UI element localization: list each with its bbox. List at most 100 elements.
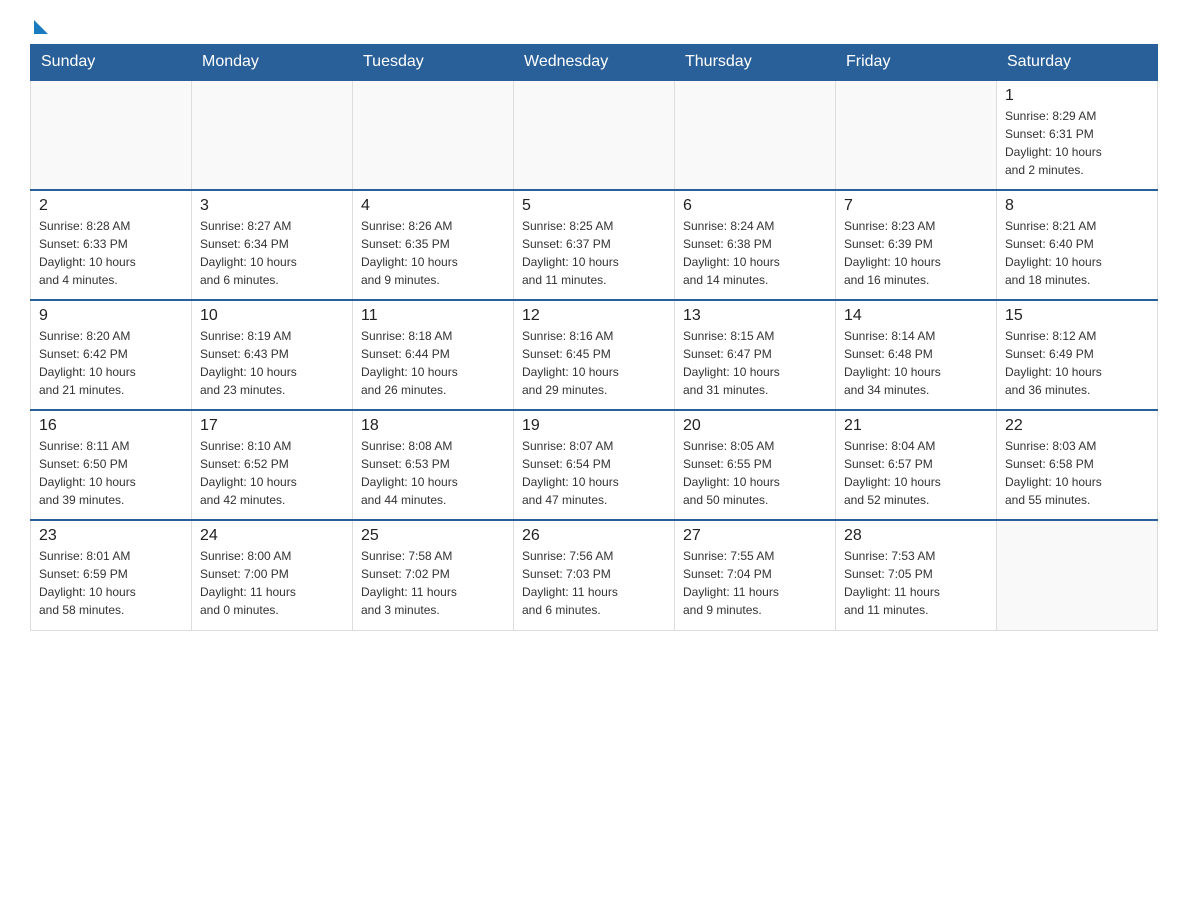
calendar-cell: 26Sunrise: 7:56 AM Sunset: 7:03 PM Dayli… [514, 520, 675, 630]
day-number: 25 [361, 527, 505, 545]
day-number: 15 [1005, 307, 1149, 325]
calendar-cell: 13 Sunrise: 8:15 AM Sunset: 6:47 PM Dayli… [675, 300, 836, 410]
calendar-cell: 22 Sunrise: 8:03 AM Sunset: 6:58 PM Dayli… [997, 410, 1158, 520]
day-number: 24 [200, 527, 344, 545]
calendar-cell: 2Sunrise: 8:28 AM Sunset: 6:33 PM Daylig… [31, 190, 192, 300]
day-info: Sunrise: 8:01 AM Sunset: 6:59 PM Dayligh… [39, 547, 183, 619]
calendar-cell: 20 Sunrise: 8:05 AM Sunset: 6:55 PM Dayli… [675, 410, 836, 520]
calendar-cell: 8 Sunrise: 8:21 AM Sunset: 6:40 PM Daylig… [997, 190, 1158, 300]
calendar-table: SundayMondayTuesdayWednesdayThursdayFrid… [30, 44, 1158, 631]
day-number: 18 [361, 417, 505, 435]
day-info: Sunrise: 8:27 AM Sunset: 6:34 PM Dayligh… [200, 217, 344, 289]
calendar-cell: 25 Sunrise: 7:58 AM Sunset: 7:02 PM Dayli… [353, 520, 514, 630]
calendar-cell: 12 Sunrise: 8:16 AM Sunset: 6:45 PM Dayli… [514, 300, 675, 410]
day-info: Sunrise: 8:08 AM Sunset: 6:53 PM Dayligh… [361, 437, 505, 509]
day-number: 7 [844, 197, 988, 215]
weekday-header-sunday: Sunday [31, 45, 192, 81]
calendar-cell: 1 Sunrise: 8:29 AM Sunset: 6:31 PM Daylig… [997, 80, 1158, 190]
day-number: 28 [844, 527, 988, 545]
calendar-cell: 27Sunrise: 7:55 AM Sunset: 7:04 PM Dayli… [675, 520, 836, 630]
day-number: 17 [200, 417, 344, 435]
day-info: Sunrise: 7:58 AM Sunset: 7:02 PM Dayligh… [361, 547, 505, 619]
day-info: Sunrise: 8:29 AM Sunset: 6:31 PM Dayligh… [1005, 107, 1149, 179]
calendar-week-row: 1 Sunrise: 8:29 AM Sunset: 6:31 PM Daylig… [31, 80, 1158, 190]
calendar-cell [192, 80, 353, 190]
weekday-header-thursday: Thursday [675, 45, 836, 81]
logo [30, 20, 48, 34]
weekday-header-tuesday: Tuesday [353, 45, 514, 81]
day-number: 4 [361, 197, 505, 215]
day-info: Sunrise: 8:04 AM Sunset: 6:57 PM Dayligh… [844, 437, 988, 509]
calendar-cell [31, 80, 192, 190]
day-number: 11 [361, 307, 505, 325]
day-info: Sunrise: 8:18 AM Sunset: 6:44 PM Dayligh… [361, 327, 505, 399]
weekday-header-friday: Friday [836, 45, 997, 81]
calendar-cell: 10Sunrise: 8:19 AM Sunset: 6:43 PM Dayli… [192, 300, 353, 410]
day-number: 3 [200, 197, 344, 215]
weekday-header-saturday: Saturday [997, 45, 1158, 81]
day-info: Sunrise: 7:56 AM Sunset: 7:03 PM Dayligh… [522, 547, 666, 619]
day-number: 16 [39, 417, 183, 435]
calendar-cell: 28 Sunrise: 7:53 AM Sunset: 7:05 PM Dayli… [836, 520, 997, 630]
day-number: 23 [39, 527, 183, 545]
calendar-cell: 5 Sunrise: 8:25 AM Sunset: 6:37 PM Daylig… [514, 190, 675, 300]
day-info: Sunrise: 8:21 AM Sunset: 6:40 PM Dayligh… [1005, 217, 1149, 289]
calendar-cell: 24 Sunrise: 8:00 AM Sunset: 7:00 PM Dayli… [192, 520, 353, 630]
day-info: Sunrise: 8:03 AM Sunset: 6:58 PM Dayligh… [1005, 437, 1149, 509]
weekday-header-wednesday: Wednesday [514, 45, 675, 81]
calendar-cell: 17 Sunrise: 8:10 AM Sunset: 6:52 PM Dayli… [192, 410, 353, 520]
day-number: 9 [39, 307, 183, 325]
day-info: Sunrise: 8:00 AM Sunset: 7:00 PM Dayligh… [200, 547, 344, 619]
day-number: 14 [844, 307, 988, 325]
day-number: 21 [844, 417, 988, 435]
day-number: 6 [683, 197, 827, 215]
calendar-cell [353, 80, 514, 190]
day-info: Sunrise: 8:10 AM Sunset: 6:52 PM Dayligh… [200, 437, 344, 509]
day-info: Sunrise: 8:16 AM Sunset: 6:45 PM Dayligh… [522, 327, 666, 399]
day-info: Sunrise: 8:23 AM Sunset: 6:39 PM Dayligh… [844, 217, 988, 289]
day-info: Sunrise: 8:12 AM Sunset: 6:49 PM Dayligh… [1005, 327, 1149, 399]
day-info: Sunrise: 8:15 AM Sunset: 6:47 PM Dayligh… [683, 327, 827, 399]
day-info: Sunrise: 8:11 AM Sunset: 6:50 PM Dayligh… [39, 437, 183, 509]
calendar-cell: 16 Sunrise: 8:11 AM Sunset: 6:50 PM Dayli… [31, 410, 192, 520]
calendar-week-row: 16 Sunrise: 8:11 AM Sunset: 6:50 PM Dayli… [31, 410, 1158, 520]
day-number: 27 [683, 527, 827, 545]
day-number: 10 [200, 307, 344, 325]
day-number: 20 [683, 417, 827, 435]
day-info: Sunrise: 8:26 AM Sunset: 6:35 PM Dayligh… [361, 217, 505, 289]
day-number: 22 [1005, 417, 1149, 435]
day-number: 1 [1005, 87, 1149, 105]
logo-triangle-icon [34, 20, 48, 34]
day-info: Sunrise: 8:25 AM Sunset: 6:37 PM Dayligh… [522, 217, 666, 289]
calendar-cell: 4 Sunrise: 8:26 AM Sunset: 6:35 PM Daylig… [353, 190, 514, 300]
calendar-cell: 9 Sunrise: 8:20 AM Sunset: 6:42 PM Daylig… [31, 300, 192, 410]
calendar-cell: 23 Sunrise: 8:01 AM Sunset: 6:59 PM Dayli… [31, 520, 192, 630]
calendar-week-row: 9 Sunrise: 8:20 AM Sunset: 6:42 PM Daylig… [31, 300, 1158, 410]
day-number: 13 [683, 307, 827, 325]
calendar-cell: 7 Sunrise: 8:23 AM Sunset: 6:39 PM Daylig… [836, 190, 997, 300]
day-number: 8 [1005, 197, 1149, 215]
calendar-cell: 6 Sunrise: 8:24 AM Sunset: 6:38 PM Daylig… [675, 190, 836, 300]
day-info: Sunrise: 8:14 AM Sunset: 6:48 PM Dayligh… [844, 327, 988, 399]
calendar-cell: 3 Sunrise: 8:27 AM Sunset: 6:34 PM Daylig… [192, 190, 353, 300]
calendar-cell: 19Sunrise: 8:07 AM Sunset: 6:54 PM Dayli… [514, 410, 675, 520]
calendar-cell [997, 520, 1158, 630]
calendar-cell [836, 80, 997, 190]
weekday-header-monday: Monday [192, 45, 353, 81]
day-info: Sunrise: 7:53 AM Sunset: 7:05 PM Dayligh… [844, 547, 988, 619]
calendar-cell: 11 Sunrise: 8:18 AM Sunset: 6:44 PM Dayli… [353, 300, 514, 410]
day-number: 5 [522, 197, 666, 215]
day-info: Sunrise: 8:05 AM Sunset: 6:55 PM Dayligh… [683, 437, 827, 509]
calendar-cell [514, 80, 675, 190]
calendar-cell: 18 Sunrise: 8:08 AM Sunset: 6:53 PM Dayli… [353, 410, 514, 520]
calendar-week-row: 2Sunrise: 8:28 AM Sunset: 6:33 PM Daylig… [31, 190, 1158, 300]
calendar-cell: 15 Sunrise: 8:12 AM Sunset: 6:49 PM Dayli… [997, 300, 1158, 410]
calendar-cell [675, 80, 836, 190]
calendar-cell: 14 Sunrise: 8:14 AM Sunset: 6:48 PM Dayli… [836, 300, 997, 410]
day-info: Sunrise: 8:24 AM Sunset: 6:38 PM Dayligh… [683, 217, 827, 289]
day-info: Sunrise: 8:07 AM Sunset: 6:54 PM Dayligh… [522, 437, 666, 509]
day-info: Sunrise: 8:20 AM Sunset: 6:42 PM Dayligh… [39, 327, 183, 399]
day-info: Sunrise: 8:28 AM Sunset: 6:33 PM Dayligh… [39, 217, 183, 289]
calendar-week-row: 23 Sunrise: 8:01 AM Sunset: 6:59 PM Dayli… [31, 520, 1158, 630]
day-number: 12 [522, 307, 666, 325]
